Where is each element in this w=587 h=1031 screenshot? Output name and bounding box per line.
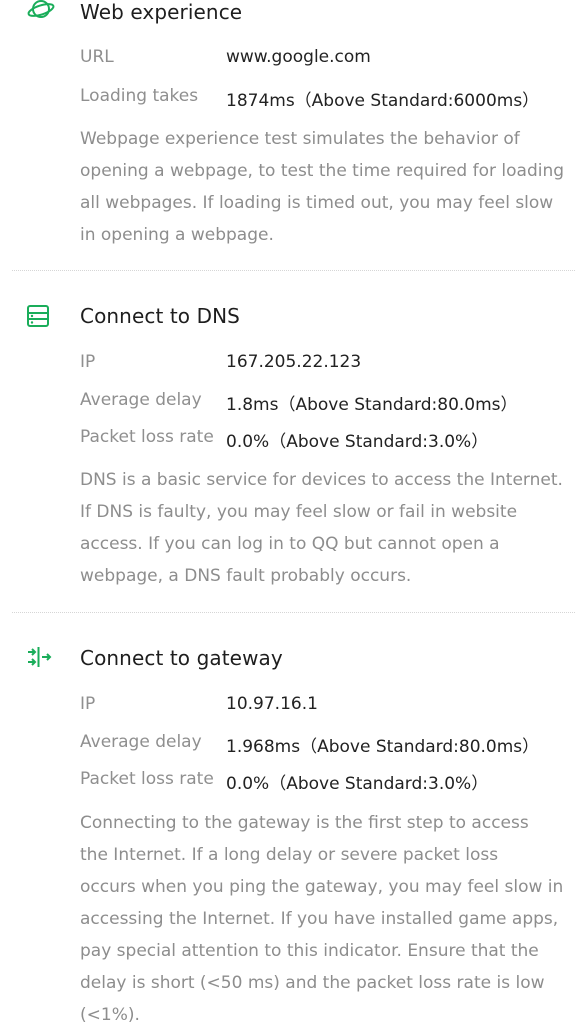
row-value: 0.0%（Above Standard:3.0%） bbox=[226, 432, 489, 452]
section-description: Webpage experience test simulates the be… bbox=[80, 123, 570, 251]
description-line: all webpages. If loading is timed out, y… bbox=[80, 193, 554, 213]
row-value: 1.8ms（Above Standard:80.0ms） bbox=[226, 395, 518, 415]
description-line: in opening a webpage. bbox=[80, 225, 274, 245]
row-label: Average delay bbox=[80, 390, 202, 410]
gateway-arrows-icon bbox=[26, 644, 52, 670]
row-label: IP bbox=[80, 694, 96, 714]
description-line: If DNS is faulty, you may feel slow or f… bbox=[80, 502, 518, 522]
section-divider bbox=[12, 612, 575, 613]
description-line: Connecting to the gateway is the first s… bbox=[80, 813, 529, 833]
description-line: access. If you can log in to QQ but cann… bbox=[80, 534, 500, 554]
row-value: 1874ms（Above Standard:6000ms） bbox=[226, 91, 540, 111]
server-icon bbox=[26, 304, 52, 330]
row-label: Packet loss rate bbox=[80, 427, 214, 447]
section-title: Web experience bbox=[80, 0, 243, 24]
description-line: webpage, a DNS fault probably occurs. bbox=[80, 566, 412, 586]
section-description: DNS is a basic service for devices to ac… bbox=[80, 464, 570, 592]
row-label: Loading takes bbox=[80, 86, 199, 106]
description-line: delay is short (<50 ms) and the packet l… bbox=[80, 973, 545, 993]
section-title: Connect to DNS bbox=[80, 304, 240, 328]
row-label: Average delay bbox=[80, 732, 202, 752]
section-title: Connect to gateway bbox=[80, 646, 283, 670]
row-value: 0.0%（Above Standard:3.0%） bbox=[226, 774, 489, 794]
row-value: 167.205.22.123 bbox=[226, 352, 362, 372]
description-line: occurs when you ping the gateway, you ma… bbox=[80, 877, 564, 897]
row-value: www.google.com bbox=[226, 47, 371, 67]
description-line: accessing the Internet. If you have inst… bbox=[80, 909, 559, 929]
dns-section: Connect to DNS IP 167.205.22.123 Average… bbox=[0, 290, 587, 612]
description-line: the Internet. If a long delay or severe … bbox=[80, 845, 499, 865]
description-line: pay special attention to this indicator.… bbox=[80, 941, 539, 961]
description-line: opening a webpage, to test the time requ… bbox=[80, 161, 565, 181]
description-line: (<1%). bbox=[80, 1005, 140, 1025]
section-description: Connecting to the gateway is the first s… bbox=[80, 807, 570, 1031]
description-line: DNS is a basic service for devices to ac… bbox=[80, 470, 563, 490]
gateway-section: Connect to gateway IP 10.97.16.1 Average… bbox=[0, 632, 587, 1025]
row-value: 10.97.16.1 bbox=[226, 694, 318, 714]
web-experience-section: Web experience URL www.google.com Loadin… bbox=[0, 0, 587, 270]
planet-icon bbox=[26, 0, 55, 24]
section-divider bbox=[12, 270, 575, 271]
description-line: Webpage experience test simulates the be… bbox=[80, 129, 520, 149]
row-value: 1.968ms（Above Standard:80.0ms） bbox=[226, 737, 540, 757]
row-label: URL bbox=[80, 47, 114, 67]
row-label: Packet loss rate bbox=[80, 769, 214, 789]
row-label: IP bbox=[80, 352, 96, 372]
